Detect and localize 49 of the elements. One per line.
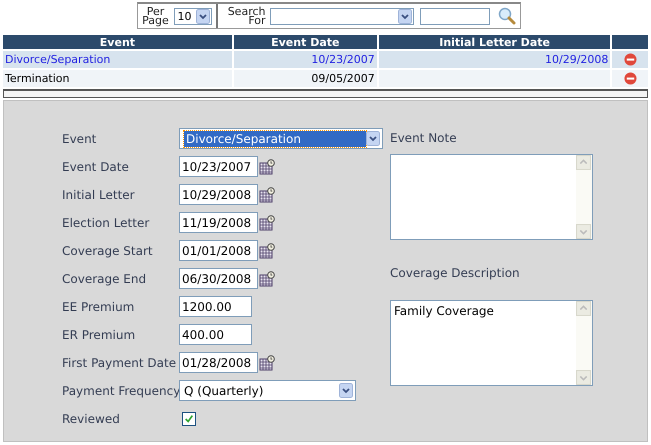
remove-icon[interactable] <box>624 72 637 86</box>
scrollbar[interactable] <box>3 89 648 98</box>
date-field[interactable]: 01/01/2008 <box>179 240 258 261</box>
input-field[interactable]: 400.00 <box>179 324 252 345</box>
field-label: Reviewed <box>62 412 121 426</box>
field-label: Coverage End <box>62 272 148 286</box>
field-label: Election Letter <box>62 216 150 230</box>
table-cell: 10/29/2008 <box>378 51 610 68</box>
date-field[interactable]: 10/29/2008 <box>179 184 258 205</box>
field-label: Event Note <box>390 130 458 147</box>
checkbox[interactable] <box>182 412 196 426</box>
table-cell: Divorce/Separation <box>3 51 232 68</box>
column-header: Initial Letter Date <box>378 35 610 49</box>
calendar-icon[interactable] <box>259 158 275 174</box>
table-cell: 09/05/2007 <box>234 70 377 87</box>
calendar-icon[interactable] <box>259 354 275 370</box>
search-icon[interactable] <box>498 7 516 25</box>
search-for-label: Search For <box>226 7 266 25</box>
remove-icon[interactable] <box>624 53 637 66</box>
field-label: Payment Frequency <box>62 384 179 398</box>
date-field[interactable]: 01/28/2008 <box>179 352 258 373</box>
field-label: EE Premium <box>62 300 136 314</box>
date-field[interactable]: 06/30/2008 <box>179 268 258 289</box>
table-row[interactable]: Divorce/Separation 10/23/2007 10/29/2008 <box>3 51 648 68</box>
dropdown-field[interactable]: Q (Quarterly) <box>179 380 356 401</box>
date-field[interactable]: 11/19/2008 <box>179 212 258 233</box>
input-field[interactable]: 1200.00 <box>179 296 252 317</box>
search-field[interactable] <box>420 8 490 24</box>
field-label: Event Date <box>62 160 130 174</box>
calendar-icon[interactable] <box>259 186 275 202</box>
table-cell: Termination <box>3 70 232 87</box>
per-page-label: Per Page <box>142 7 170 25</box>
calendar-icon[interactable] <box>259 242 275 258</box>
field-label: ER Premium <box>62 328 136 342</box>
column-header: Event <box>3 35 232 49</box>
field-label: Initial Letter <box>62 188 136 202</box>
field-label: Coverage Start <box>62 244 154 258</box>
date-field[interactable]: 10/23/2007 <box>179 156 258 177</box>
column-header: Event Date <box>234 35 377 49</box>
field-label: First Payment Date <box>62 356 178 370</box>
field-label: Event <box>62 132 98 146</box>
table-cell: 10/23/2007 <box>234 51 377 68</box>
table-row[interactable]: Termination 09/05/2007 <box>3 70 648 87</box>
dropdown-field[interactable]: Divorce/Separation <box>179 128 383 149</box>
per-page-select[interactable]: 10 <box>174 8 212 24</box>
search-for-select[interactable] <box>270 8 414 24</box>
field-label: Coverage Description <box>390 265 521 282</box>
calendar-icon[interactable] <box>259 214 275 230</box>
calendar-icon[interactable] <box>259 270 275 286</box>
